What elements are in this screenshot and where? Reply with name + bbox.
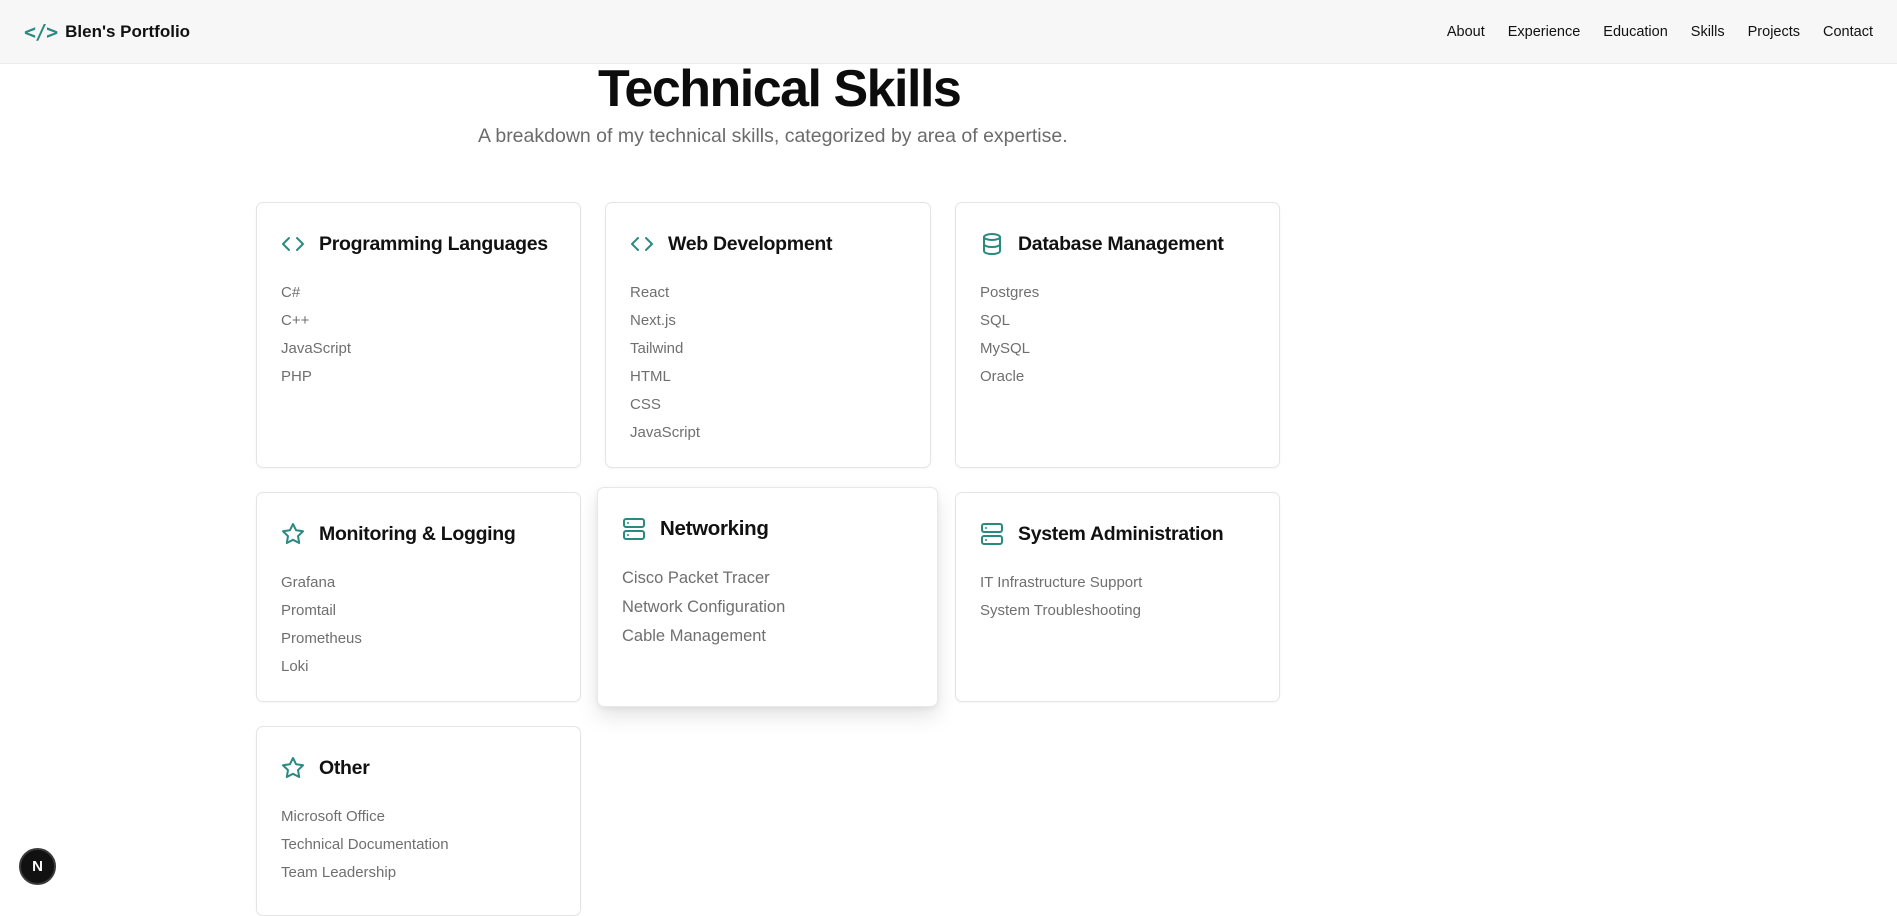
skill-item: System Troubleshooting bbox=[980, 602, 1141, 619]
skill-item: Cable Management bbox=[622, 627, 767, 645]
skill-item: PHP bbox=[281, 368, 312, 385]
skill-item: JavaScript bbox=[630, 424, 701, 441]
skill-card-database-management: Database Management Postgres SQL MySQL O… bbox=[955, 202, 1280, 468]
star-icon bbox=[282, 757, 304, 778]
nextjs-dev-indicator-button[interactable]: N bbox=[19, 848, 56, 885]
card-title: Database Management bbox=[1018, 232, 1224, 255]
skill-card-programming-languages: Programming Languages C# C++ JavaScript … bbox=[256, 202, 581, 468]
brand-link[interactable]: </> Blen's Portfolio bbox=[24, 20, 190, 44]
database-icon bbox=[983, 233, 1001, 255]
code-icon bbox=[631, 237, 653, 251]
skill-item: IT Infrastructure Support bbox=[980, 574, 1143, 591]
card-title: Web Development bbox=[668, 232, 833, 255]
skill-item: Oracle bbox=[980, 368, 1025, 385]
navbar: </> Blen's Portfolio About Experience Ed… bbox=[0, 0, 1897, 64]
nav-link-projects[interactable]: Projects bbox=[1748, 24, 1800, 40]
skill-item: Microsoft Office bbox=[281, 808, 385, 825]
card-title: Programming Languages bbox=[319, 232, 548, 255]
skill-item: MySQL bbox=[980, 340, 1031, 357]
skill-item: Cisco Packet Tracer bbox=[622, 569, 770, 587]
nav-link-experience[interactable]: Experience bbox=[1508, 24, 1581, 40]
skill-list: Microsoft Office Technical Documentation… bbox=[281, 803, 556, 887]
card-title: System Administration bbox=[1018, 522, 1224, 545]
server-icon bbox=[623, 518, 645, 540]
skill-list: Grafana Promtail Prometheus Loki bbox=[281, 569, 556, 681]
skill-card-web-development: Web Development React Next.js Tailwind H… bbox=[605, 202, 931, 468]
skill-card-monitoring-logging: Monitoring & Logging Grafana Promtail Pr… bbox=[256, 492, 581, 702]
skill-item: Promtail bbox=[281, 602, 337, 619]
skill-item: Technical Documentation bbox=[281, 836, 449, 853]
skill-list: React Next.js Tailwind HTML CSS JavaScri… bbox=[630, 279, 906, 447]
skill-item: Tailwind bbox=[630, 340, 684, 357]
nav-link-skills[interactable]: Skills bbox=[1691, 24, 1725, 40]
skill-list: IT Infrastructure Support System Trouble… bbox=[980, 569, 1255, 625]
code-brackets-icon: </> bbox=[24, 19, 58, 44]
skill-item: Next.js bbox=[630, 312, 676, 329]
nextjs-logo-icon: N bbox=[32, 858, 43, 875]
skill-card-other: Other Microsoft Office Technical Documen… bbox=[256, 726, 581, 916]
main-nav: About Experience Education Skills Projec… bbox=[1447, 24, 1873, 40]
nav-link-contact[interactable]: Contact bbox=[1823, 24, 1873, 40]
skill-card-networking: Networking Cisco Packet Tracer Network C… bbox=[597, 487, 938, 707]
card-title: Monitoring & Logging bbox=[319, 522, 516, 545]
skill-item: Loki bbox=[281, 658, 309, 675]
skill-item: Team Leadership bbox=[281, 864, 397, 881]
card-title: Other bbox=[319, 756, 370, 779]
section-title: Technical Skills bbox=[598, 60, 962, 118]
star-icon bbox=[282, 523, 304, 544]
skill-item: HTML bbox=[630, 368, 671, 385]
skill-item: C# bbox=[281, 284, 301, 301]
skill-card-system-administration: System Administration IT Infrastructure … bbox=[955, 492, 1280, 702]
skill-item: Prometheus bbox=[281, 630, 362, 647]
skill-list: C# C++ JavaScript PHP bbox=[281, 279, 556, 391]
skill-item: Postgres bbox=[980, 284, 1040, 301]
brand-name: Blen's Portfolio bbox=[65, 21, 191, 41]
skill-list: Cisco Packet Tracer Network Configuratio… bbox=[622, 564, 913, 651]
server-icon bbox=[981, 523, 1003, 545]
skill-item: React bbox=[630, 284, 670, 301]
skill-list: Postgres SQL MySQL Oracle bbox=[980, 279, 1255, 391]
skill-item: CSS bbox=[630, 396, 661, 413]
nav-link-about[interactable]: About bbox=[1447, 24, 1485, 40]
nav-link-education[interactable]: Education bbox=[1603, 24, 1668, 40]
code-icon bbox=[282, 237, 304, 251]
section-subtitle: A breakdown of my technical skills, cate… bbox=[478, 125, 1068, 147]
skill-item: SQL bbox=[980, 312, 1011, 329]
skill-item: JavaScript bbox=[281, 340, 352, 357]
skill-item: C++ bbox=[281, 312, 310, 329]
skill-item: Network Configuration bbox=[622, 598, 786, 616]
skill-item: Grafana bbox=[281, 574, 336, 591]
card-title: Networking bbox=[660, 517, 769, 540]
